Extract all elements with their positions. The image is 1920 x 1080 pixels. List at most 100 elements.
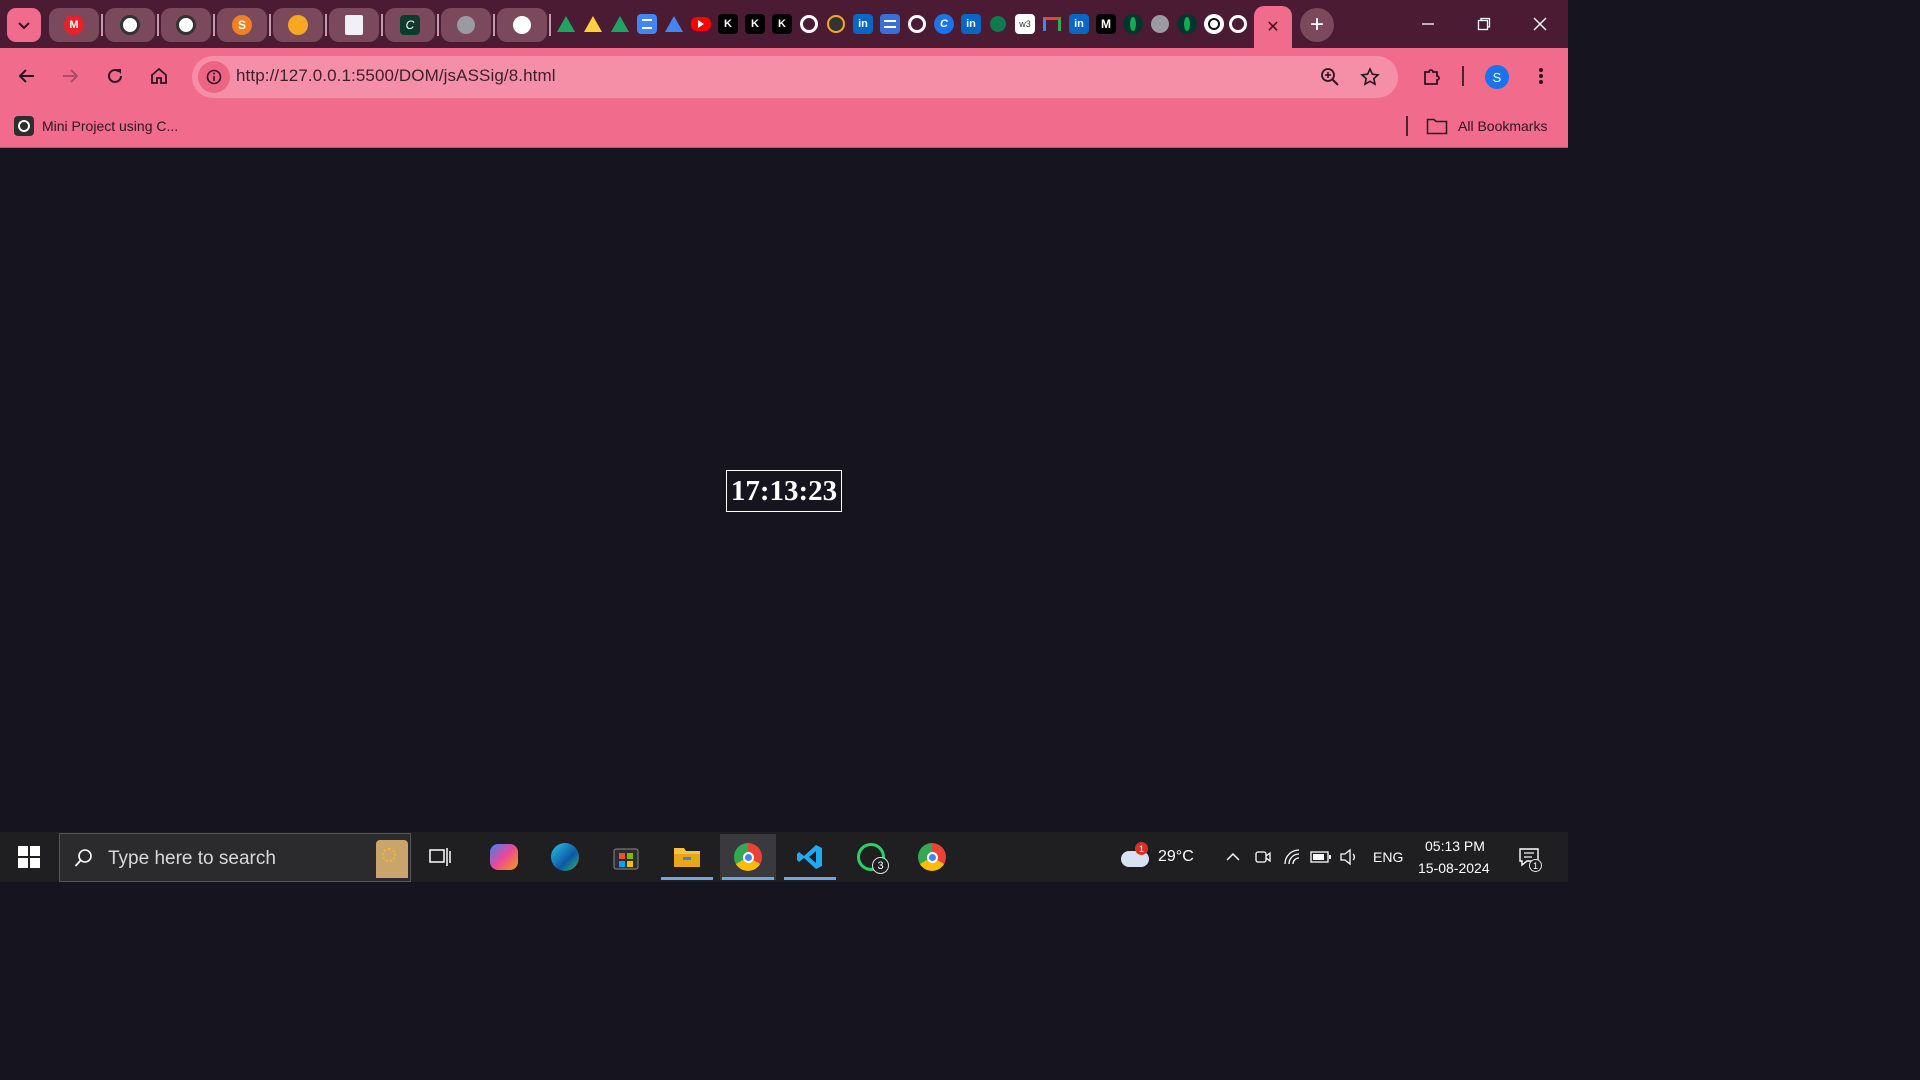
zoom-button[interactable]: [1318, 65, 1342, 89]
bookmark-star-button[interactable]: [1358, 65, 1382, 89]
address-bar[interactable]: http://127.0.0.1:5500/DOM/jsASSig/8.html: [192, 56, 1398, 98]
forward-button[interactable]: [54, 60, 86, 92]
github-icon: [800, 15, 818, 33]
volume-button[interactable]: [1338, 846, 1360, 868]
tab-separator: [325, 14, 327, 36]
clock-time[interactable]: 05:13 PM: [1425, 838, 1485, 854]
menu-button[interactable]: [1525, 60, 1557, 92]
task-view-icon: [429, 848, 451, 866]
new-tab-button[interactable]: +: [1300, 8, 1334, 42]
pinned-tab-globe[interactable]: [441, 8, 491, 42]
meet-now-button[interactable]: [1252, 846, 1274, 868]
tab-google-drive[interactable]: [583, 14, 603, 34]
restore-icon: [1477, 17, 1491, 31]
chrome-profile-app[interactable]: [904, 834, 960, 880]
google-drive-icon: [611, 16, 629, 32]
folder-icon: [1426, 118, 1448, 135]
tab-forms[interactable]: [880, 14, 900, 34]
pinned-tab-codechef[interactable]: C: [385, 8, 435, 42]
tab-google-drive[interactable]: [556, 14, 576, 34]
tab-google-drive[interactable]: [610, 14, 630, 34]
puzzle-icon: [1424, 69, 1440, 85]
tab-mongodb[interactable]: [1123, 14, 1143, 34]
copilot-app[interactable]: [476, 834, 532, 880]
tab-github[interactable]: [1228, 14, 1248, 34]
close-tab-icon[interactable]: ✕: [1266, 17, 1279, 37]
taskbar-search-box[interactable]: Type here to search: [59, 833, 411, 882]
mongodb-icon: [1130, 17, 1136, 31]
pinned-tab-stackshare[interactable]: S: [217, 8, 267, 42]
tab-google-drive[interactable]: [664, 14, 684, 34]
file-explorer-app[interactable]: [659, 834, 715, 880]
start-button[interactable]: [8, 840, 50, 874]
tab-linkedin[interactable]: in: [853, 14, 873, 34]
chrome-icon: [734, 843, 762, 871]
github-icon: [908, 15, 926, 33]
tab-github[interactable]: [799, 14, 819, 34]
pinned-tab-gmail[interactable]: M: [49, 8, 99, 42]
tab-linkedin[interactable]: in: [1069, 14, 1089, 34]
tab-k[interactable]: K: [718, 14, 738, 34]
show-hidden-icons-button[interactable]: [1222, 846, 1244, 868]
star-icon: [1360, 67, 1380, 86]
stackshare-icon: S: [232, 15, 252, 35]
tab-separator: [493, 14, 495, 36]
forms-icon: [884, 20, 896, 28]
tab-google-docs[interactable]: [637, 14, 657, 34]
profile-avatar[interactable]: S: [1485, 65, 1509, 89]
notification-center-button[interactable]: 1: [1516, 844, 1542, 872]
tab-youtube[interactable]: [691, 17, 711, 31]
tab-mongodb[interactable]: [1177, 14, 1197, 34]
vscode-app[interactable]: [782, 834, 838, 880]
wordpress-icon: [176, 15, 196, 35]
task-view-button[interactable]: [412, 834, 468, 880]
chrome-app[interactable]: [720, 834, 776, 880]
tab-k[interactable]: K: [745, 14, 765, 34]
home-button[interactable]: [143, 60, 175, 92]
language-indicator[interactable]: ENG: [1373, 849, 1403, 865]
tab-openai[interactable]: [1204, 14, 1224, 34]
tab-search-button[interactable]: [7, 8, 41, 42]
close-window-button[interactable]: [1512, 0, 1568, 48]
pinned-tab-app[interactable]: [497, 8, 547, 42]
bookmark-item[interactable]: Mini Project using C...: [14, 113, 178, 139]
tab-gmail[interactable]: [1042, 14, 1062, 34]
kebab-menu-icon: [1539, 68, 1543, 84]
tab-globe[interactable]: [1150, 14, 1170, 34]
tab-whatsapp[interactable]: [988, 14, 1008, 34]
whatsapp-app[interactable]: 3: [843, 834, 899, 880]
camera-icon: [1255, 851, 1271, 863]
bookmark-label: Mini Project using C...: [42, 118, 179, 134]
tab-medium[interactable]: M: [1096, 14, 1116, 34]
tab-separator: [381, 14, 383, 36]
pinned-tab-wordpress[interactable]: [105, 8, 155, 42]
tab-github[interactable]: [907, 14, 927, 34]
edge-app[interactable]: [537, 834, 593, 880]
all-bookmarks-button[interactable]: All Bookmarks: [1426, 113, 1547, 139]
wordpress-icon: [120, 15, 140, 35]
restore-button[interactable]: [1456, 0, 1512, 48]
tab-linkedin[interactable]: in: [961, 14, 981, 34]
clock-date[interactable]: 15-08-2024: [1418, 860, 1490, 876]
minimize-button[interactable]: [1400, 0, 1456, 48]
network-button[interactable]: [1282, 846, 1304, 868]
pinned-tab-document[interactable]: [329, 8, 379, 42]
extensions-button[interactable]: [1416, 60, 1448, 92]
tab-w3schools[interactable]: w3: [1015, 14, 1035, 34]
temperature-label[interactable]: 29°C: [1158, 848, 1194, 866]
tab-separator: [269, 14, 271, 36]
battery-button[interactable]: [1310, 846, 1332, 868]
store-app[interactable]: [598, 834, 654, 880]
pinned-tab-wordpress[interactable]: [161, 8, 211, 42]
pinned-tab-sunshine[interactable]: [273, 8, 323, 42]
url-text[interactable]: http://127.0.0.1:5500/DOM/jsASSig/8.html: [236, 66, 556, 86]
google-drive-icon: [557, 16, 575, 32]
tab-k[interactable]: K: [772, 14, 792, 34]
site-info-button[interactable]: [198, 61, 230, 93]
home-icon: [151, 67, 167, 84]
back-button[interactable]: [11, 60, 43, 92]
reload-button[interactable]: [99, 60, 131, 92]
tab-swap[interactable]: [826, 14, 846, 34]
active-tab[interactable]: ✕: [1254, 6, 1292, 48]
tab-codechef[interactable]: C: [934, 14, 954, 34]
